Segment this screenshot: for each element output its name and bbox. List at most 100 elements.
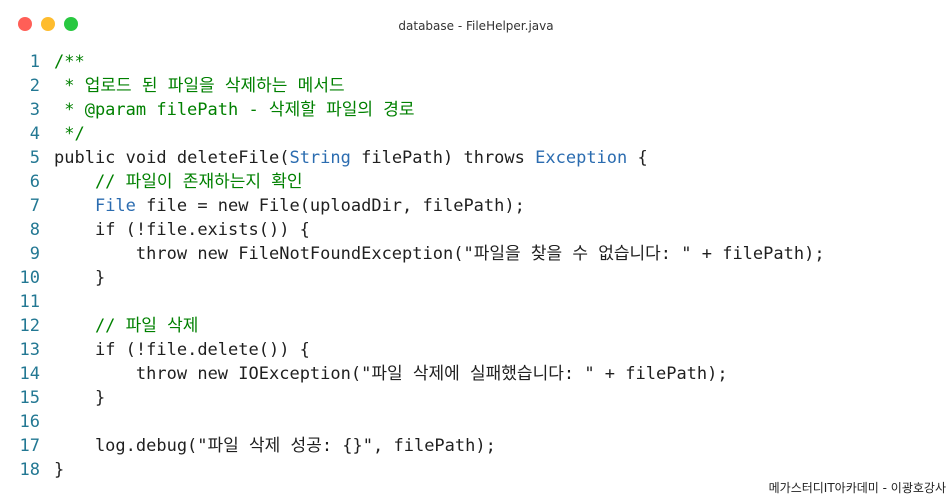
code-token: throw xyxy=(135,364,188,384)
code-token: , filePath); xyxy=(373,436,496,456)
code-token: // 파일이 존재하는지 확인 xyxy=(54,172,303,192)
line-number: 16 xyxy=(19,412,40,432)
line-number: 11 xyxy=(19,292,40,312)
code-token: File(uploadDir, filePath); xyxy=(248,196,525,216)
code-token: String xyxy=(289,148,351,168)
code-token: + filePath); xyxy=(691,244,825,264)
line-source: } xyxy=(54,386,105,410)
code-line: 7 File file = new File(uploadDir, filePa… xyxy=(0,194,952,218)
code-token: void xyxy=(125,148,167,168)
code-line: 16 xyxy=(0,410,952,434)
line-number: 17 xyxy=(19,436,40,456)
line-source: public void deleteFile(String filePath) … xyxy=(54,146,648,170)
code-line: 2 * 업로드 된 파일을 삭제하는 메서드 xyxy=(0,74,952,98)
line-source: /** xyxy=(54,50,85,74)
code-token: * @param filePath - 삭제할 파일의 경로 xyxy=(54,100,415,120)
line-source: * @param filePath - 삭제할 파일의 경로 xyxy=(54,98,415,122)
code-token: new xyxy=(217,196,249,216)
code-token: "파일을 찾을 수 없습니다: " xyxy=(463,244,692,264)
line-number: 7 xyxy=(29,196,40,216)
code-token: if xyxy=(94,220,116,240)
code-line: 13 if (!file.delete()) { xyxy=(0,338,952,362)
code-token: "파일 삭제에 실패했습니다: " xyxy=(361,364,595,384)
line-number: 15 xyxy=(19,388,40,408)
code-token: Exception xyxy=(535,148,628,168)
code-token: (!file.exists()) { xyxy=(115,220,310,240)
line-source: } xyxy=(54,458,64,482)
code-line: 10 } xyxy=(0,266,952,290)
code-line: 11 xyxy=(0,290,952,314)
line-source: throw new FileNotFoundException("파일을 찾을 … xyxy=(54,242,825,266)
code-token: + filePath); xyxy=(594,364,728,384)
line-source: throw new IOException("파일 삭제에 실패했습니다: " … xyxy=(54,362,728,386)
code-token: } xyxy=(54,268,106,288)
line-source: // 파일이 존재하는지 확인 xyxy=(54,170,303,194)
code-token: File xyxy=(94,196,136,216)
code-line: 12 // 파일 삭제 xyxy=(0,314,952,338)
line-source: if (!file.delete()) { xyxy=(54,338,310,362)
code-token: throw xyxy=(135,244,188,264)
code-token: * 업로드 된 파일을 삭제하는 메서드 xyxy=(54,76,345,96)
code-token: new xyxy=(197,364,229,384)
code-token: "파일 삭제 성공: {}" xyxy=(197,436,374,456)
code-line: 14 throw new IOException("파일 삭제에 실패했습니다:… xyxy=(0,362,952,386)
code-line: 17 log.debug("파일 삭제 성공: {}", filePath); xyxy=(0,434,952,458)
code-line: 5 public void deleteFile(String filePath)… xyxy=(0,146,952,170)
line-number: 10 xyxy=(19,268,40,288)
code-line: 1 /** xyxy=(0,50,952,74)
code-line: 3 * @param filePath - 삭제할 파일의 경로 xyxy=(0,98,952,122)
line-source: * 업로드 된 파일을 삭제하는 메서드 xyxy=(54,74,345,98)
line-number: 18 xyxy=(19,460,40,480)
code-token: if xyxy=(94,340,116,360)
line-number: 4 xyxy=(29,124,40,144)
line-source: if (!file.exists()) { xyxy=(54,218,310,242)
line-number: 13 xyxy=(19,340,40,360)
code-token: { xyxy=(627,148,648,168)
code-token: filePath) xyxy=(350,148,464,168)
code-editor[interactable]: 1/** 2 * 업로드 된 파일을 삭제하는 메서드 3 * @param fil… xyxy=(0,50,952,482)
line-source: File file = new File(uploadDir, filePath… xyxy=(54,194,525,218)
code-token: /** xyxy=(54,52,85,72)
code-line: 15 } xyxy=(0,386,952,410)
code-token: } xyxy=(54,460,65,480)
line-source: */ xyxy=(54,122,85,146)
line-source: // 파일 삭제 xyxy=(54,314,199,338)
code-token: // 파일 삭제 xyxy=(54,316,199,336)
code-token: throws xyxy=(463,148,525,168)
code-token: } xyxy=(54,388,106,408)
code-line: 9 throw new FileNotFoundException("파일을 찾… xyxy=(0,242,952,266)
code-token: IOException( xyxy=(228,364,362,384)
line-number: 5 xyxy=(29,148,40,168)
code-token: */ xyxy=(54,124,85,144)
window-titlebar: database - FileHelper.java xyxy=(0,0,952,52)
line-number: 1 xyxy=(29,52,40,72)
code-token: log.debug( xyxy=(54,436,198,456)
code-token: FileNotFoundException( xyxy=(228,244,464,264)
watermark-text: 메가스터디IT아카데미 - 이광호강사 xyxy=(768,481,946,495)
line-number: 12 xyxy=(19,316,40,336)
code-token: public xyxy=(54,148,116,168)
code-token: (!file.delete()) { xyxy=(115,340,310,360)
line-number: 8 xyxy=(29,220,40,240)
code-token: new xyxy=(197,244,229,264)
line-source: } xyxy=(54,266,105,290)
code-line: 4 */ xyxy=(0,122,952,146)
line-number: 14 xyxy=(19,364,40,384)
code-token: deleteFile( xyxy=(166,148,290,168)
window-title: database - FileHelper.java xyxy=(398,19,554,33)
line-source: log.debug("파일 삭제 성공: {}", filePath); xyxy=(54,434,496,458)
line-number: 9 xyxy=(29,244,40,264)
code-line: 6 // 파일이 존재하는지 확인 xyxy=(0,170,952,194)
line-number: 2 xyxy=(29,76,40,96)
line-number: 6 xyxy=(29,172,40,192)
code-token: file = xyxy=(135,196,218,216)
